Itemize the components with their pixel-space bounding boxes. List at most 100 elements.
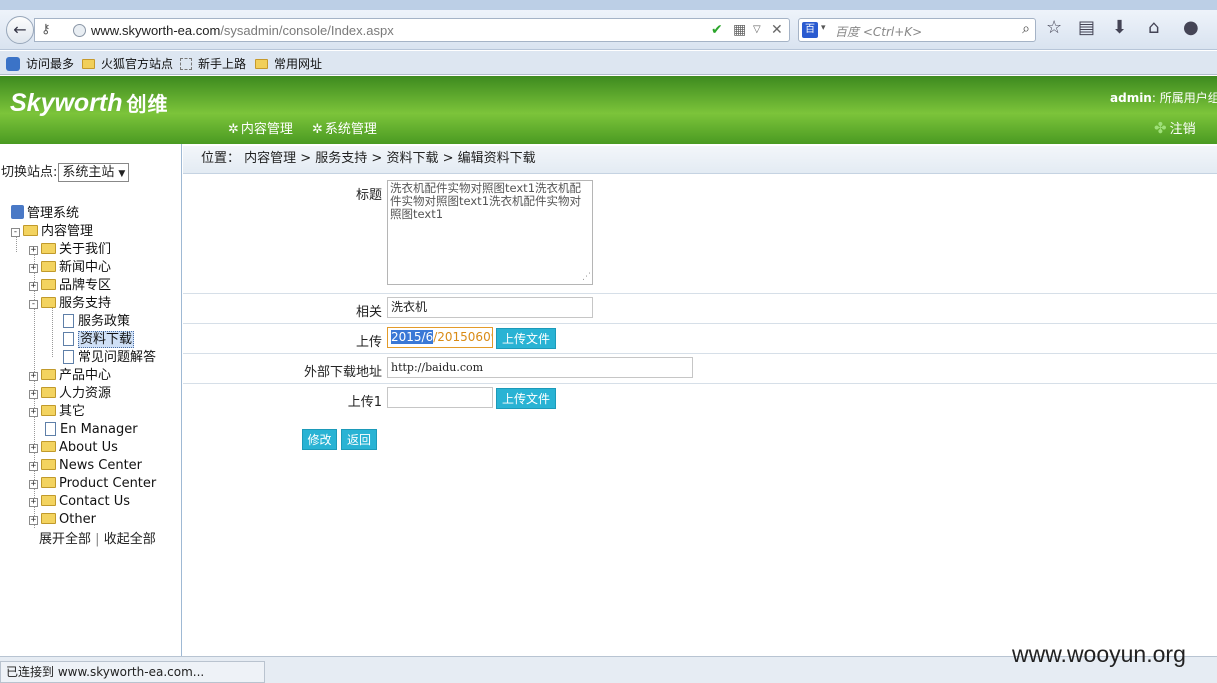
engine-dropdown-icon[interactable]: ▾ [821,23,826,33]
search-icon[interactable]: ⌕ [1022,21,1030,37]
expand-icon[interactable]: + [29,444,38,453]
tree-item[interactable]: + 人力资源 [29,385,111,403]
tree-item[interactable]: + 品牌专区 [29,277,111,295]
computer-icon [11,205,24,219]
home-icon[interactable]: ⌂ [1148,18,1159,38]
tree-item[interactable]: + 新闻中心 [29,259,111,277]
user-info: admin: 所属用户组: [1110,91,1217,105]
folder-icon [41,513,56,524]
star-icon[interactable]: ☆ [1046,18,1062,38]
page-icon [63,350,74,364]
bookmark-icon [6,57,20,71]
resize-grip-icon[interactable]: ⋰ [582,271,591,284]
baidu-engine-icon[interactable]: 百 [802,22,818,38]
folder-icon [41,477,56,488]
tree-leaf[interactable]: 常见问题解答 [63,349,156,367]
expand-icon[interactable]: + [29,498,38,507]
tree-item[interactable]: + News Center [29,457,142,475]
back-arrow-icon: ← [13,20,27,39]
folder-icon [41,243,56,254]
site-switch: 切换站点: 系统主站 ▼ [1,161,130,182]
tree-node-content[interactable]: - 内容管理 [11,223,93,241]
tree-item[interactable]: + Other [29,511,96,529]
folder-icon [41,495,56,506]
form-row-related: 相关 [183,294,1217,324]
form-row-upload1: 上传1 [183,384,1217,414]
tree-item[interactable]: - 服务支持 [29,295,111,313]
expand-icon[interactable]: + [29,408,38,417]
expand-icon[interactable]: + [29,246,38,255]
browser-navbar: ← ⚷ www.skyworth-ea.com/sysadmin/console… [0,10,1217,50]
tree-leaf-selected[interactable]: 资料下载 [63,331,135,349]
tree-item[interactable]: + 关于我们 [29,241,111,259]
folder-icon [41,279,56,290]
folder-icon [23,225,38,236]
expand-all-link[interactable]: 展开全部 [39,532,91,547]
address-bar[interactable]: ⚷ www.skyworth-ea.com/sysadmin/console/I… [34,18,790,42]
folder-icon [41,441,56,452]
puzzle-icon: ✤ [1154,119,1167,137]
upload-file-button[interactable]: 上传文件 [496,328,556,349]
qrcode-icon[interactable]: ▦ [733,22,746,38]
menu-content-management[interactable]: ✲ 内容管理 [228,118,293,137]
sidebar: 切换站点: 系统主站 ▼ 管理系统 - 内容管理 + 关于我们 + 新闻中心 + 品牌专区 … [0,144,182,656]
bookmark-most-visited[interactable]: 访问最多 [6,55,74,72]
close-icon[interactable]: ✕ [771,22,783,38]
logout-link[interactable]: ✤ 注销 [1154,118,1196,137]
form-row-external: 外部下载地址 [183,354,1217,384]
browser-tab-strip [0,0,1217,10]
tree-item[interactable]: + 产品中心 [29,367,111,385]
collapse-icon[interactable]: - [11,228,20,237]
bookmark-getting-started[interactable]: 新手上路 [180,55,246,72]
bookmark-common-sites[interactable]: 常用网址 [255,55,322,72]
search-bar[interactable]: 百 ▾ 百度 <Ctrl+K> ⌕ [798,18,1036,42]
page-icon [63,332,74,346]
menu-system-management[interactable]: ✲ 系统管理 [312,118,377,137]
expand-icon[interactable]: + [29,462,38,471]
dropdown-icon[interactable]: ▽ [753,24,761,35]
gear-icon: ✲ [312,122,323,137]
folder-icon [41,459,56,470]
upload1-file-button[interactable]: 上传文件 [496,388,556,409]
tree-toggle-links: 展开全部 | 收起全部 [39,528,156,547]
reading-list-icon[interactable]: ▤ [1078,18,1095,38]
title-textarea[interactable]: 洗衣机配件实物对照图text1洗衣机配件实物对照图text1洗衣机配件实物对照图… [387,180,593,285]
tree-item[interactable]: + Product Center [29,475,156,493]
upload-path-input[interactable]: 2015/6/20150609198 [387,327,493,348]
folder-icon [41,369,56,380]
expand-icon[interactable]: + [29,372,38,381]
search-placeholder: 百度 <Ctrl+K> [835,25,923,39]
related-label: 相关 [355,305,382,320]
back-button[interactable]: ← [6,16,34,44]
tree-leaf[interactable]: 服务政策 [63,313,130,331]
expand-icon[interactable]: + [29,480,38,489]
expand-icon[interactable]: + [29,264,38,273]
gear-icon: ✲ [228,122,239,137]
collapse-icon[interactable]: - [29,300,38,309]
tree-item[interactable]: + Contact Us [29,493,130,511]
download-icon[interactable]: ⬇ [1112,18,1127,38]
tree-item[interactable]: + About Us [29,439,118,457]
collapse-all-link[interactable]: 收起全部 [104,532,156,547]
page-icon [180,58,192,70]
tree-leaf[interactable]: En Manager [45,421,138,439]
external-url-input[interactable]: http://baidu.com [387,357,693,378]
bookmark-official-site[interactable]: 火狐官方站点 [82,55,173,72]
related-input[interactable]: 洗衣机 [387,297,593,318]
folder-icon [41,261,56,272]
tree-item[interactable]: + 其它 [29,403,85,421]
site-switch-label: 切换站点: [1,165,58,180]
expand-icon[interactable]: + [29,282,38,291]
upload-label: 上传 [355,335,382,350]
upload1-path-input[interactable] [387,387,493,408]
site-select[interactable]: 系统主站 ▼ [58,163,130,182]
shield-icon[interactable]: ✔ [711,22,723,38]
divider: | [95,532,100,547]
tree-root[interactable]: 管理系统 [11,205,79,223]
submit-button[interactable]: 修改 [302,429,337,450]
page-icon [45,422,56,436]
expand-icon[interactable]: + [29,390,38,399]
expand-icon[interactable]: + [29,516,38,525]
back-button-form[interactable]: 返回 [341,429,377,450]
chat-icon[interactable]: ● [1183,18,1199,38]
